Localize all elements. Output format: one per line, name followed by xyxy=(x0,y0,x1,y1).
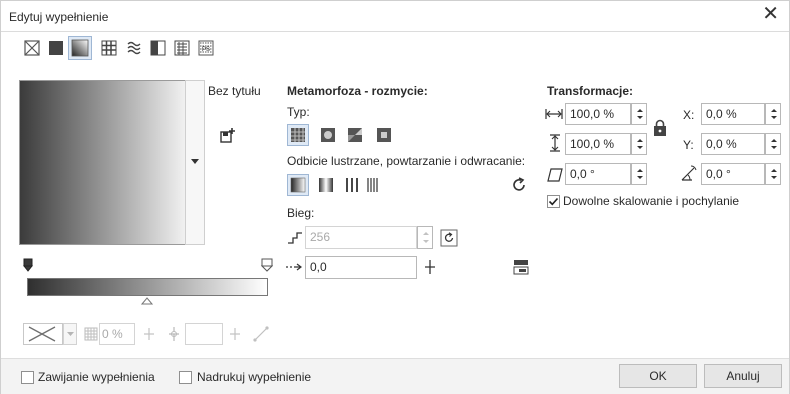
reverse-fill-icon[interactable] xyxy=(510,176,528,194)
no-color-icon xyxy=(28,326,56,342)
preview-dropdown[interactable] xyxy=(185,80,205,245)
overprint-checkbox[interactable] xyxy=(179,371,192,384)
height-icon xyxy=(550,134,560,152)
start-node-handle[interactable] xyxy=(23,258,33,272)
gradient-bar[interactable] xyxy=(27,278,268,296)
x-offset-spinner[interactable] xyxy=(765,103,781,125)
transform-heading: Transformacje: xyxy=(547,84,634,98)
fountain-fill-button[interactable] xyxy=(68,36,92,60)
node-transparency-input[interactable]: 0 % xyxy=(99,323,135,345)
node-color-picker[interactable] xyxy=(23,323,63,345)
title-separator xyxy=(1,31,789,32)
fill-preview xyxy=(19,80,199,245)
close-icon[interactable]: ✕ xyxy=(762,4,779,24)
ok-button[interactable]: OK xyxy=(619,364,697,388)
acceleration-input[interactable]: 0,0 xyxy=(305,256,417,279)
node-position-icon xyxy=(169,327,179,341)
steps-input[interactable]: 256 xyxy=(305,226,417,249)
fill-height-spinner[interactable] xyxy=(631,133,647,155)
vector-pattern-fill-icon[interactable] xyxy=(100,39,118,57)
node-position-input[interactable] xyxy=(185,323,223,345)
preset-name-label: Bez tytułu xyxy=(208,84,261,98)
checkmark-icon xyxy=(548,197,559,206)
svg-text:PS: PS xyxy=(202,47,210,53)
end-node-handle[interactable] xyxy=(261,258,273,272)
conical-fountain-icon[interactable] xyxy=(346,126,364,144)
morph-heading: Metamorfoza - rozmycie: xyxy=(287,84,428,98)
free-scale-checkbox[interactable] xyxy=(547,195,560,208)
steps-icon xyxy=(288,232,302,244)
rotation-input[interactable]: 0,0 ° xyxy=(701,163,765,185)
postscript-fill-icon[interactable]: PS xyxy=(197,39,215,57)
rectangular-fountain-icon[interactable] xyxy=(375,126,393,144)
steps-label: Bieg: xyxy=(287,206,315,220)
cancel-button[interactable]: Anuluj xyxy=(704,364,782,388)
two-color-pattern-fill-icon[interactable] xyxy=(149,39,167,57)
overprint-label[interactable]: Nadrukuj wypełnienie xyxy=(197,370,311,384)
fill-width-spinner[interactable] xyxy=(631,103,647,125)
fountain-fill-icon xyxy=(71,39,89,57)
slider-icon xyxy=(144,328,154,340)
linear-fountain-icon xyxy=(291,128,305,142)
bitmap-pattern-fill-icon[interactable] xyxy=(125,39,143,57)
default-gradient-icon xyxy=(290,177,306,193)
lock-steps-icon[interactable] xyxy=(440,229,458,247)
x-offset-input[interactable]: 0,0 % xyxy=(701,103,765,125)
fill-width-input[interactable]: 100,0 % xyxy=(565,103,631,125)
x-label: X: xyxy=(683,108,695,122)
chevron-down-icon xyxy=(67,332,74,336)
chevron-down-icon xyxy=(191,159,199,164)
save-preset-icon[interactable] xyxy=(219,126,237,144)
acceleration-icon xyxy=(286,263,302,271)
free-scale-label[interactable]: Dowolne skalowanie i pochylanie xyxy=(563,194,739,208)
elliptical-fountain-icon[interactable] xyxy=(319,126,337,144)
type-label: Typ: xyxy=(287,105,310,119)
lock-icon[interactable] xyxy=(652,119,668,137)
linear-fill-button[interactable] xyxy=(287,124,309,146)
smooth-blend-icon[interactable] xyxy=(253,326,269,342)
node-color-dropdown[interactable] xyxy=(63,323,77,345)
skew-icon xyxy=(547,168,563,182)
rotate-icon xyxy=(681,165,697,181)
width-icon xyxy=(545,109,563,119)
repeat-icon[interactable] xyxy=(343,176,361,194)
blend-settings-icon[interactable] xyxy=(512,258,530,276)
rotation-spinner[interactable] xyxy=(765,163,781,185)
transparency-icon xyxy=(84,327,98,341)
y-offset-spinner[interactable] xyxy=(765,133,781,155)
texture-fill-icon[interactable] xyxy=(173,39,191,57)
midpoint-slider-icon[interactable] xyxy=(141,297,153,305)
no-fill-icon[interactable] xyxy=(23,39,41,57)
y-label: Y: xyxy=(683,138,694,152)
acceleration-slider-icon[interactable] xyxy=(422,259,438,275)
skew-input[interactable]: 0,0 ° xyxy=(565,163,631,185)
repeat-multiple-icon[interactable] xyxy=(364,176,382,194)
steps-spinner[interactable] xyxy=(417,226,433,249)
slider-icon xyxy=(230,328,240,340)
wrap-fill-checkbox[interactable] xyxy=(21,371,34,384)
edit-fill-dialog: Edytuj wypełnienie ✕ PS Bez tytułu 0 % M… xyxy=(0,0,790,394)
mirror-repeat-label: Odbicie lustrzane, powtarzanie i odwraca… xyxy=(287,154,526,168)
y-offset-input[interactable]: 0,0 % xyxy=(701,133,765,155)
fill-height-input[interactable]: 100,0 % xyxy=(565,133,631,155)
wrap-fill-label[interactable]: Zawijanie wypełnienia xyxy=(38,370,155,384)
skew-spinner[interactable] xyxy=(631,163,647,185)
uniform-fill-icon[interactable] xyxy=(47,39,65,57)
dialog-title: Edytuj wypełnienie xyxy=(9,10,109,24)
default-fill-button[interactable] xyxy=(287,174,309,196)
repeat-mirror-icon[interactable] xyxy=(317,176,335,194)
